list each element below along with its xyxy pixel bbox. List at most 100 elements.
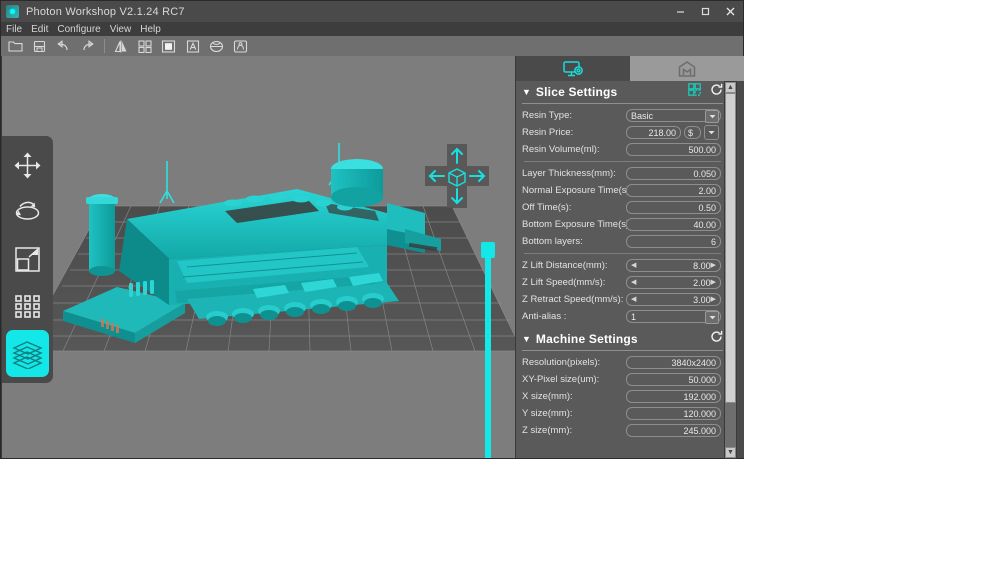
maximize-button[interactable] bbox=[693, 1, 718, 22]
toolbar-separator bbox=[104, 39, 105, 53]
solid-square-button[interactable] bbox=[158, 37, 179, 55]
xy-pixel-size-input[interactable]: 50.000 bbox=[626, 373, 721, 386]
label-z-lift-speed: Z Lift Speed(mm/s): bbox=[522, 277, 606, 288]
anti-alias-dropdown[interactable]: 1 bbox=[626, 310, 721, 324]
layer-thickness-value: 0.050 bbox=[693, 168, 716, 179]
save-file-button[interactable] bbox=[29, 37, 50, 55]
menu-item-help[interactable]: Help bbox=[140, 24, 161, 35]
scatter-diamonds-button[interactable] bbox=[134, 37, 155, 55]
array-tool[interactable] bbox=[6, 283, 49, 330]
xy-pixel-size-value: 50.000 bbox=[688, 374, 716, 385]
bottom-exposure-input[interactable]: 40.00 bbox=[626, 218, 721, 231]
resin-volume-input[interactable]: 500.00 bbox=[626, 143, 721, 156]
letter-a-button[interactable] bbox=[182, 37, 203, 55]
slice-tool[interactable] bbox=[6, 330, 49, 377]
z-retract-speed-spinner[interactable]: ◀ 3.00 ▶ bbox=[626, 293, 721, 306]
machine-settings-header[interactable]: ▼ Machine Settings bbox=[516, 328, 729, 349]
menu-item-file[interactable]: File bbox=[6, 24, 22, 35]
z-size-value: 245.000 bbox=[683, 425, 716, 436]
undo-button[interactable] bbox=[53, 37, 74, 55]
scale-tool[interactable] bbox=[6, 236, 49, 283]
layer-thickness-input[interactable]: 0.050 bbox=[626, 167, 721, 180]
row-normal-exposure: Normal Exposure Time(s): 2.00 bbox=[516, 182, 729, 199]
row-bottom-exposure: Bottom Exposure Time(s): 40.00 bbox=[516, 216, 729, 233]
row-z-retract-speed: Z Retract Speed(mm/s): ◀ 3.00 ▶ bbox=[516, 291, 729, 308]
sliced-sphere-button[interactable] bbox=[206, 37, 227, 55]
chevron-down-icon[interactable] bbox=[705, 110, 719, 123]
spinner-right-arrow-icon[interactable]: ▶ bbox=[711, 262, 716, 269]
chevron-down-icon[interactable] bbox=[705, 311, 719, 324]
redo-button[interactable] bbox=[77, 37, 98, 55]
menu-item-edit[interactable]: Edit bbox=[31, 24, 48, 35]
resin-volume-value: 500.00 bbox=[688, 144, 716, 155]
row-resin-price: Resin Price: 218.00 $ bbox=[516, 124, 729, 141]
x-size-input[interactable]: 192.000 bbox=[626, 390, 721, 403]
label-resin-volume: Resin Volume(ml): bbox=[522, 144, 600, 155]
locomotive-model[interactable] bbox=[57, 141, 457, 371]
resin-type-dropdown[interactable]: Basic bbox=[626, 109, 721, 123]
label-resin-type: Resin Type: bbox=[522, 110, 572, 121]
view-navigation-gizmo[interactable] bbox=[421, 140, 493, 212]
slice-collapse-caret[interactable]: ▼ bbox=[522, 87, 531, 97]
resin-type-value: Basic bbox=[631, 110, 654, 121]
support-model-button[interactable] bbox=[230, 37, 251, 55]
y-size-input[interactable]: 120.000 bbox=[626, 407, 721, 420]
menu-item-view[interactable]: View bbox=[110, 24, 132, 35]
settings-panel: ▼ Slice Settings Resin Type: Basic Resin… bbox=[516, 56, 744, 458]
bottom-exposure-value: 40.00 bbox=[693, 219, 716, 230]
mirror-triangles-icon-button[interactable] bbox=[110, 37, 131, 55]
tab-print-preview[interactable] bbox=[630, 56, 744, 81]
z-lift-distance-spinner[interactable]: ◀ 8.00 ▶ bbox=[626, 259, 721, 272]
off-time-input[interactable]: 0.50 bbox=[626, 201, 721, 214]
tab-slice-settings[interactable] bbox=[516, 56, 630, 81]
bottom-layers-input[interactable]: 6 bbox=[626, 235, 721, 248]
label-normal-exposure: Normal Exposure Time(s): bbox=[522, 185, 633, 196]
z-lift-speed-spinner[interactable]: ◀ 2.00 ▶ bbox=[626, 276, 721, 289]
z-size-input[interactable]: 245.000 bbox=[626, 424, 721, 437]
normal-exposure-value: 2.00 bbox=[698, 185, 716, 196]
reset-refresh-icon[interactable] bbox=[710, 83, 723, 101]
machine-collapse-caret[interactable]: ▼ bbox=[522, 334, 531, 344]
resin-price-input[interactable]: 218.00 bbox=[626, 126, 681, 139]
scroll-up-button[interactable]: ▲ bbox=[725, 82, 736, 93]
spinner-right-arrow-icon[interactable]: ▶ bbox=[711, 296, 716, 303]
currency-field[interactable]: $ bbox=[684, 126, 701, 139]
move-tool[interactable] bbox=[6, 142, 49, 189]
row-resin-type: Resin Type: Basic bbox=[516, 107, 729, 124]
window-controls bbox=[668, 1, 743, 22]
panel-scrollbar[interactable]: ▲ ▼ bbox=[724, 81, 737, 459]
label-layer-thickness: Layer Thickness(mm): bbox=[522, 168, 616, 179]
slice-divider-2 bbox=[524, 253, 721, 254]
machine-header-rule bbox=[522, 350, 723, 351]
z-slider-handle-top[interactable] bbox=[481, 242, 495, 258]
3d-viewport[interactable] bbox=[2, 56, 515, 458]
rotate-tool[interactable] bbox=[6, 189, 49, 236]
minimize-button[interactable] bbox=[668, 1, 693, 22]
resin-price-value: 218.00 bbox=[648, 127, 676, 138]
currency-dropdown-button[interactable] bbox=[704, 125, 719, 140]
scroll-down-button[interactable]: ▼ bbox=[725, 447, 736, 458]
scroll-thumb[interactable] bbox=[725, 93, 736, 403]
machine-settings-title: Machine Settings bbox=[535, 331, 638, 346]
z-lift-speed-value: 2.00 bbox=[693, 277, 711, 288]
menu-item-configure[interactable]: Configure bbox=[57, 24, 100, 35]
spinner-right-arrow-icon[interactable]: ▶ bbox=[711, 279, 716, 286]
label-bottom-exposure: Bottom Exposure Time(s): bbox=[522, 219, 632, 230]
reset-refresh-icon[interactable] bbox=[710, 330, 723, 348]
slice-header-rule bbox=[522, 103, 723, 104]
currency-value: $ bbox=[688, 127, 694, 138]
label-anti-alias: Anti-alias : bbox=[522, 311, 567, 322]
row-anti-alias: Anti-alias : 1 bbox=[516, 308, 729, 325]
slice-settings-header[interactable]: ▼ Slice Settings bbox=[516, 81, 729, 102]
label-off-time: Off Time(s): bbox=[522, 202, 572, 213]
normal-exposure-input[interactable]: 2.00 bbox=[626, 184, 721, 197]
label-bottom-layers: Bottom layers: bbox=[522, 236, 583, 247]
row-resolution: Resolution(pixels): 3840x2400 bbox=[516, 354, 729, 371]
resolution-input[interactable]: 3840x2400 bbox=[626, 356, 721, 369]
copy-settings-icon[interactable] bbox=[688, 82, 701, 101]
z-height-slider[interactable] bbox=[479, 242, 497, 458]
label-resin-price: Resin Price: bbox=[522, 127, 574, 138]
close-button[interactable] bbox=[718, 1, 743, 22]
open-file-button[interactable] bbox=[5, 37, 26, 55]
z-slider-track bbox=[485, 250, 491, 458]
